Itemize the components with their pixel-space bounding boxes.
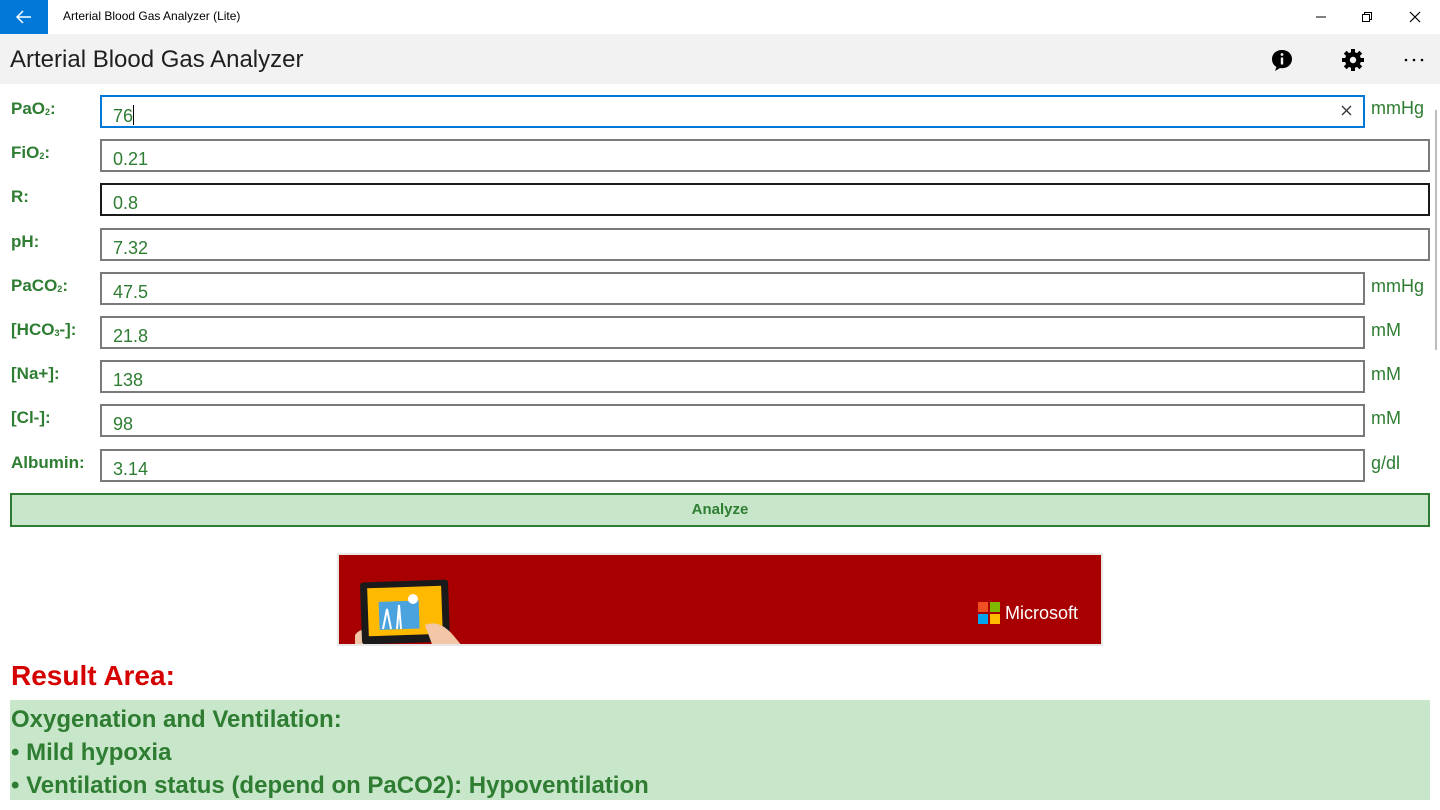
cl-unit: mM	[1371, 408, 1401, 428]
settings-button[interactable]	[1335, 42, 1371, 78]
back-button[interactable]	[0, 0, 48, 34]
info-button[interactable]	[1264, 42, 1300, 78]
info-icon	[1272, 50, 1292, 71]
na-label: [Na+]:	[11, 364, 60, 383]
ph-input[interactable]: 7.32	[100, 228, 1430, 261]
fio2-label: FiO2:	[11, 143, 51, 162]
na-unit: mM	[1371, 364, 1401, 384]
albumin-input[interactable]: 3.14	[100, 449, 1365, 482]
hco3-input[interactable]: 21.8	[100, 316, 1365, 349]
more-button[interactable]	[1396, 42, 1432, 78]
close-icon	[1409, 11, 1421, 23]
vertical-scrollbar[interactable]	[1435, 110, 1437, 350]
result-item: • Mild hypoxia	[11, 739, 172, 766]
paco2-label: PaCO2:	[11, 276, 68, 295]
cl-input[interactable]: 98	[100, 404, 1365, 437]
close-window-button[interactable]	[1392, 0, 1438, 34]
na-input[interactable]: 138	[100, 360, 1365, 393]
tablet-illustration	[355, 579, 461, 644]
paco2-unit: mmHg	[1371, 276, 1424, 296]
minimize-button[interactable]	[1298, 0, 1344, 34]
ad-banner[interactable]: Microsoft	[337, 553, 1103, 646]
microsoft-brand-text: Microsoft	[1005, 603, 1079, 623]
page-title: Arterial Blood Gas Analyzer	[10, 46, 304, 73]
fio2-input[interactable]: 0.21	[100, 139, 1430, 172]
analyze-button[interactable]: Analyze	[10, 493, 1430, 527]
result-area-title: Result Area:	[11, 660, 175, 691]
pao2-label: PaO2:	[11, 99, 56, 118]
app-header: Arterial Blood Gas Analyzer	[0, 34, 1440, 84]
albumin-unit: g/dl	[1371, 453, 1401, 473]
microsoft-logo-icon	[978, 602, 1000, 624]
hco3-unit: mM	[1371, 320, 1401, 340]
ph-label: pH:	[11, 232, 40, 251]
result-heading: Oxygenation and Ventilation:	[11, 706, 342, 733]
cl-label: [Cl-]:	[11, 408, 51, 427]
hco3-label: [HCO3-]:	[11, 320, 77, 339]
pao2-input[interactable]: 76	[100, 95, 1365, 128]
more-icon	[1404, 58, 1424, 62]
paco2-input[interactable]: 47.5	[100, 272, 1365, 305]
restore-button[interactable]	[1344, 0, 1390, 34]
text-caret	[133, 105, 135, 125]
r-label: R:	[11, 187, 29, 206]
albumin-label: Albumin:	[11, 453, 85, 472]
window-title-bar: Arterial Blood Gas Analyzer (Lite)	[0, 0, 1440, 34]
result-item: • Ventilation status (depend on PaCO2): …	[11, 772, 649, 799]
pao2-unit: mmHg	[1371, 98, 1424, 118]
minimize-icon	[1316, 16, 1326, 18]
window-title: Arterial Blood Gas Analyzer (Lite)	[63, 9, 241, 23]
r-input[interactable]: 0.8	[100, 183, 1430, 216]
clear-icon[interactable]	[1340, 104, 1353, 117]
result-area: Oxygenation and Ventilation: • Mild hypo…	[10, 700, 1430, 800]
restore-icon	[1362, 12, 1372, 22]
gear-icon	[1342, 49, 1364, 71]
arrow-left-icon	[16, 10, 31, 24]
